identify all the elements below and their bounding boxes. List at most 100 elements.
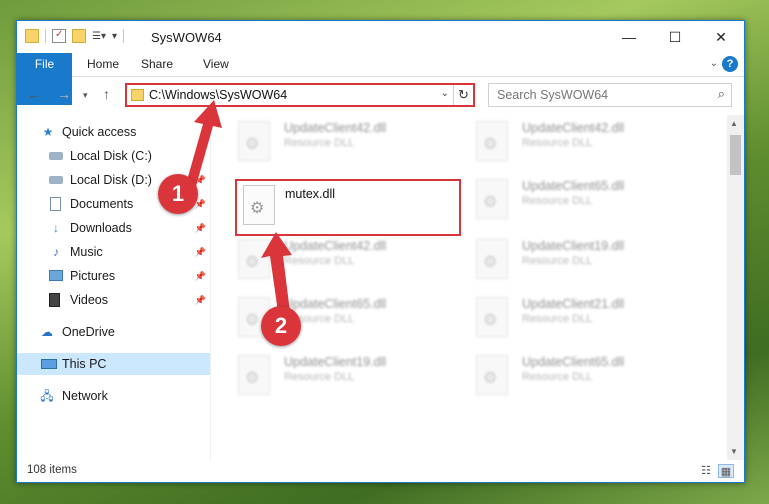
explorer-window: ☰▾ ▾ SysWOW64 — ☐ ✕ File Home Share View… xyxy=(16,20,745,483)
sidebar-item-label: Documents xyxy=(70,197,134,211)
tab-view[interactable]: View xyxy=(191,53,241,76)
star-icon: ★ xyxy=(42,125,54,139)
sidebar-item-videos[interactable]: Videos 📌 xyxy=(17,289,210,311)
file-name: UpdateClient21.dll xyxy=(522,297,625,311)
maximize-icon: ☐ xyxy=(668,28,682,45)
ribbon-tabs: File Home Share View ⌄ ? xyxy=(17,53,744,105)
minimize-button[interactable]: — xyxy=(606,21,652,53)
sidebar-item-label: OneDrive xyxy=(62,325,115,339)
file-item-highlighted[interactable]: mutex.dll xyxy=(235,179,461,236)
sidebar-item-label: Quick access xyxy=(62,125,137,139)
navigation-pane: ★ Quick access Local Disk (C:) 📌 Local D… xyxy=(17,115,210,460)
item-count: 108 items xyxy=(27,464,77,476)
dll-file-icon xyxy=(476,121,508,161)
file-item[interactable]: UpdateClient21.dll Resource DLL xyxy=(460,291,690,343)
new-folder-icon[interactable] xyxy=(72,29,86,43)
scrollbar-thumb[interactable] xyxy=(730,135,741,175)
file-item[interactable]: UpdateClient19.dll Resource DLL xyxy=(460,233,690,285)
address-bar[interactable]: C:\Windows\SysWOW64 ⌄ ↻ xyxy=(125,83,475,107)
vertical-scrollbar[interactable]: ▲ ▼ xyxy=(727,115,744,460)
pin-icon[interactable]: 📌 xyxy=(195,241,206,263)
folder-icon xyxy=(25,29,39,43)
chevron-down-icon[interactable]: ⌄ xyxy=(710,58,718,69)
file-name: UpdateClient42.dll xyxy=(284,239,387,253)
toolbar-divider xyxy=(123,29,125,43)
search-input[interactable] xyxy=(489,84,699,106)
file-name: UpdateClient19.dll xyxy=(522,239,625,253)
file-name: UpdateClient65.dll xyxy=(522,355,625,369)
file-type: Resource DLL xyxy=(284,255,355,267)
scroll-up-icon[interactable]: ▲ xyxy=(730,119,738,128)
qat-dropdown-icon[interactable]: ▾ xyxy=(112,31,117,42)
help-icon[interactable]: ? xyxy=(722,56,738,72)
close-icon: ✕ xyxy=(715,28,727,45)
file-name: UpdateClient42.dll xyxy=(284,121,387,135)
tab-share[interactable]: Share xyxy=(129,53,185,76)
file-item[interactable]: UpdateClient42.dll Resource DLL xyxy=(222,233,452,285)
chevron-down-icon[interactable]: ⌄ xyxy=(441,88,449,99)
dll-file-icon xyxy=(243,185,275,225)
file-item[interactable]: UpdateClient65.dll Resource DLL xyxy=(460,349,690,401)
folder-icon xyxy=(131,89,144,101)
dll-file-icon xyxy=(238,239,270,279)
up-arrow-icon[interactable]: ↑ xyxy=(103,86,110,102)
close-button[interactable]: ✕ xyxy=(698,21,744,53)
file-name: mutex.dll xyxy=(285,187,336,201)
scroll-down-icon[interactable]: ▼ xyxy=(730,447,738,456)
pin-icon[interactable]: 📌 xyxy=(195,145,206,167)
dll-file-icon xyxy=(476,297,508,337)
large-icons-view-icon[interactable]: ▦ xyxy=(718,464,734,478)
callout-2: 2 xyxy=(261,306,301,346)
file-item[interactable]: UpdateClient42.dll Resource DLL xyxy=(222,115,452,167)
search-icon[interactable]: ⌕ xyxy=(718,86,725,102)
properties-icon[interactable] xyxy=(52,29,66,43)
file-item[interactable]: UpdateClient19.dll Resource DLL xyxy=(222,349,452,401)
sidebar-item-downloads[interactable]: ↓ Downloads 📌 xyxy=(17,217,210,239)
toolbar-divider xyxy=(45,29,46,43)
onedrive-icon: ☁ xyxy=(41,325,53,339)
pane-divider[interactable] xyxy=(210,115,211,460)
search-box[interactable]: ⌕ xyxy=(488,83,732,107)
status-bar: 108 items ☷ ▦ xyxy=(17,460,744,482)
sidebar-item-label: Music xyxy=(70,245,103,259)
sidebar-item-label: This PC xyxy=(62,357,107,371)
file-type: Resource DLL xyxy=(522,195,593,207)
navigation-bar: ← → ▾ ↑ C:\Windows\SysWOW64 ⌄ ↻ ⌕ xyxy=(17,78,744,112)
sidebar-item-label: Network xyxy=(62,389,108,403)
computer-icon xyxy=(41,359,57,369)
sidebar-item-label: Local Disk (C:) xyxy=(70,149,152,163)
sidebar-item-network[interactable]: 🖧 Network xyxy=(17,385,210,407)
sidebar-item-local-disk-c[interactable]: Local Disk (C:) 📌 xyxy=(17,145,210,167)
file-type: Resource DLL xyxy=(522,137,593,149)
file-item[interactable]: UpdateClient42.dll Resource DLL xyxy=(460,115,690,167)
address-path[interactable]: C:\Windows\SysWOW64 xyxy=(149,88,287,102)
file-item[interactable]: UpdateClient65.dll Resource DLL xyxy=(460,173,690,225)
pin-icon[interactable]: 📌 xyxy=(195,217,206,239)
dll-file-icon xyxy=(476,179,508,219)
sidebar-item-label: Downloads xyxy=(70,221,132,235)
quick-access-toolbar: ☰▾ ▾ xyxy=(25,29,125,43)
details-view-icon[interactable]: ☷ xyxy=(698,464,714,478)
pin-icon[interactable]: 📌 xyxy=(195,265,206,287)
sidebar-item-label: Pictures xyxy=(70,269,116,283)
file-name: UpdateClient65.dll xyxy=(284,297,387,311)
sidebar-item-this-pc[interactable]: This PC xyxy=(17,353,210,375)
dll-file-icon xyxy=(476,239,508,279)
sidebar-item-pictures[interactable]: Pictures 📌 xyxy=(17,265,210,287)
back-arrow-icon[interactable]: ← xyxy=(27,86,41,102)
file-type: Resource DLL xyxy=(284,371,355,383)
forward-arrow-icon[interactable]: → xyxy=(57,86,71,102)
music-icon: ♪ xyxy=(53,245,59,259)
sidebar-item-onedrive[interactable]: ☁ OneDrive xyxy=(17,321,210,343)
customize-icon[interactable]: ☰▾ xyxy=(92,31,106,42)
maximize-button[interactable]: ☐ xyxy=(652,21,698,53)
tab-home[interactable]: Home xyxy=(75,53,131,76)
refresh-icon[interactable]: ↻ xyxy=(453,85,473,105)
minimize-icon: — xyxy=(622,29,636,45)
sidebar-item-music[interactable]: ♪ Music 📌 xyxy=(17,241,210,263)
sidebar-item-quick-access[interactable]: ★ Quick access xyxy=(17,121,210,143)
file-item[interactable]: UpdateClient65.dll Resource DLL xyxy=(222,291,452,343)
pin-icon[interactable]: 📌 xyxy=(195,289,206,311)
recent-locations-icon[interactable]: ▾ xyxy=(83,90,88,101)
file-type: Resource DLL xyxy=(522,255,593,267)
